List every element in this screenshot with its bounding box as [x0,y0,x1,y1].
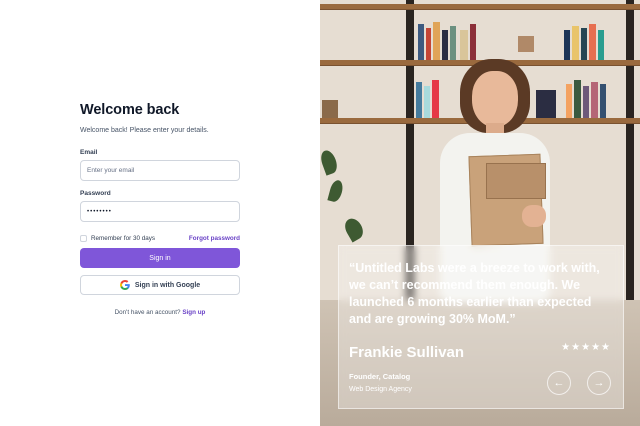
email-label: Email [80,149,98,156]
previous-testimonial-button[interactable]: ← [547,371,571,395]
book [416,82,422,118]
testimonial-company: Web Design Agency [349,386,412,393]
book [418,24,424,60]
shelf [320,4,640,10]
book [574,80,581,118]
picture-frame [518,36,534,52]
remember-checkbox[interactable] [80,234,87,242]
book [600,84,606,118]
signup-prompt: Don't have an account? [114,309,181,316]
password-field[interactable]: •••••••• [80,201,240,222]
forgot-password-link[interactable]: Forgot password [189,235,240,242]
sign-in-button[interactable]: Sign in [80,248,240,268]
rating-stars: ★★★★★ [561,342,611,353]
book [589,24,596,60]
testimonial-quote: “Untitled Labs were a breeze to work wit… [349,261,600,326]
remember-label: Remember for 30 days [91,234,156,242]
next-testimonial-button[interactable]: → [587,371,611,395]
google-sign-in-label: Sign in with Google [134,281,201,289]
password-value: •••••••• [87,208,112,215]
testimonial-card: “Untitled Labs were a breeze to work wit… [338,245,624,409]
page-title: Welcome back [80,102,180,118]
book [572,26,579,60]
book-stack [322,100,338,118]
form-options-row: Remember for 30 days Forgot password [80,233,240,243]
remember-me[interactable]: Remember for 30 days [80,234,156,242]
google-icon [119,280,130,290]
sign-up-link[interactable]: Sign up [182,309,205,316]
book [598,30,604,60]
book [591,82,598,118]
book [583,86,589,118]
page-subtitle: Welcome back! Please enter your details. [80,127,209,134]
testimonial-author-role: Founder, Catalog [349,372,411,381]
google-sign-in-button[interactable]: Sign in with Google [80,275,240,295]
login-form: Welcome back Welcome back! Please enter … [80,102,240,316]
book [581,28,587,60]
login-panel: Welcome back Welcome back! Please enter … [0,0,320,426]
arrow-right-icon: → [593,377,605,389]
testimonial-author-name: Frankie Sullivan [349,344,465,361]
signup-row: Don't have an account? Sign up [80,309,240,316]
arrow-left-icon: ← [553,377,565,389]
password-label: Password [80,190,111,197]
email-field[interactable]: Enter your email [80,160,240,181]
email-placeholder: Enter your email [87,167,135,174]
